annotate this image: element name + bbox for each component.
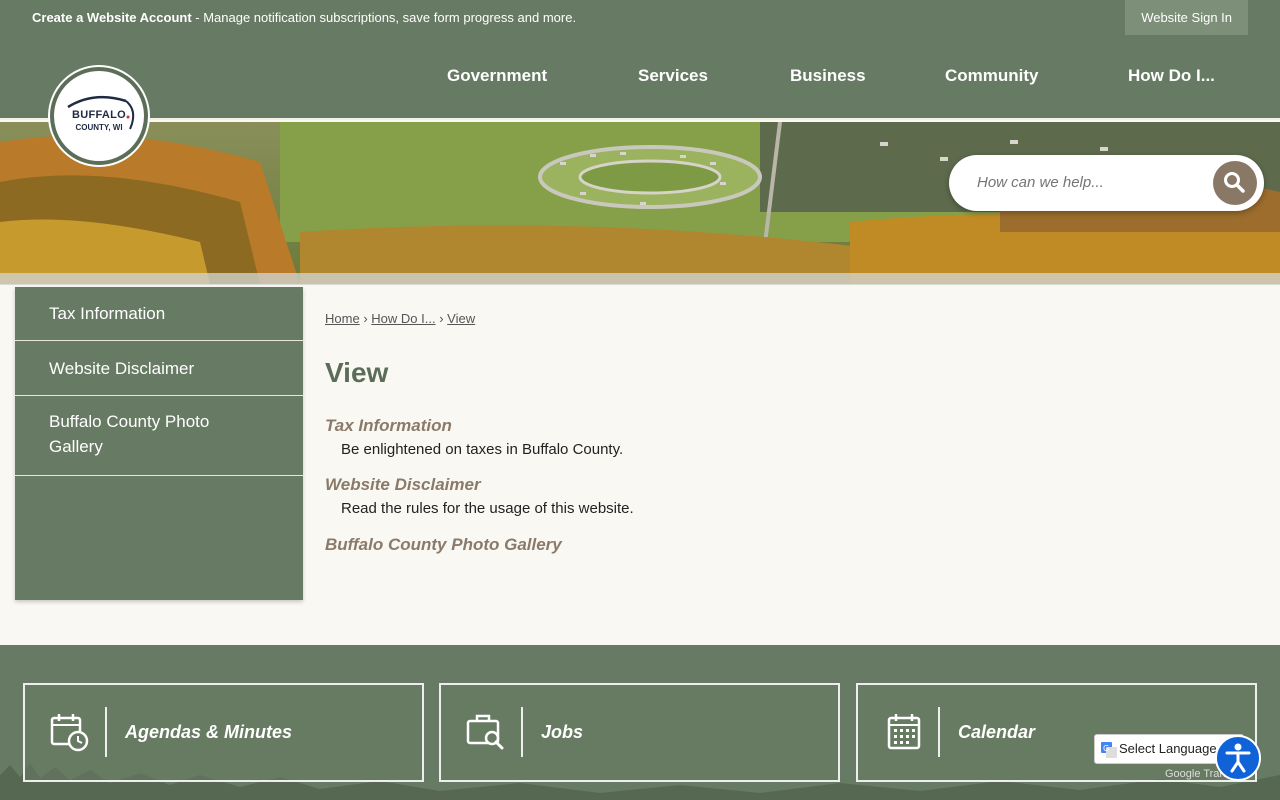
nav-government[interactable]: Government [447, 66, 547, 86]
website-sign-in-button[interactable]: Website Sign In [1125, 0, 1248, 35]
search-icon [1224, 172, 1245, 193]
item-title-photo-gallery[interactable]: Buffalo County Photo Gallery [325, 535, 562, 555]
calendar-clock-icon [50, 714, 89, 752]
item-desc-website-disclaimer: Read the rules for the usage of this web… [341, 500, 634, 517]
county-logo[interactable]: BUFFALO COUNTY, WI [50, 67, 148, 165]
sidebar: Tax Information Website Disclaimer Buffa… [15, 287, 303, 600]
sidebar-item-tax-information[interactable]: Tax Information [15, 287, 303, 341]
tile-agendas-minutes[interactable]: Agendas & Minutes [23, 683, 424, 782]
breadcrumb-current[interactable]: View [447, 311, 475, 326]
item-desc-tax-information: Be enlightened on taxes in Buffalo Count… [341, 441, 624, 458]
breadcrumb-separator: › [439, 311, 444, 326]
item-title-website-disclaimer[interactable]: Website Disclaimer [325, 475, 481, 495]
create-account-message[interactable]: Create a Website Account - Manage notifi… [32, 10, 576, 25]
breadcrumb-home[interactable]: Home [325, 311, 360, 326]
nav-community[interactable]: Community [945, 66, 1039, 86]
page-title: View [325, 357, 389, 388]
accessibility-icon [1225, 743, 1251, 773]
hero-bottom-strip [0, 273, 1280, 285]
svg-text:G: G [1103, 744, 1109, 753]
create-account-desc: - Manage notification subscriptions, sav… [191, 10, 577, 25]
sidebar-item-photo-gallery[interactable]: Buffalo County Photo Gallery [15, 396, 303, 476]
create-account-link[interactable]: Create a Website Account [32, 10, 192, 25]
logo-text-line2: COUNTY, WI [75, 123, 123, 132]
breadcrumb-separator: › [363, 311, 368, 326]
nav-services[interactable]: Services [638, 66, 708, 86]
tile-jobs[interactable]: Jobs [439, 683, 840, 782]
logo-text-line1: BUFFALO [71, 109, 127, 121]
tile-label: Jobs [541, 722, 584, 742]
tile-separator [521, 707, 523, 757]
briefcase-search-icon [466, 714, 504, 750]
search-input[interactable] [977, 174, 1197, 191]
main-nav: Government Services Business Community H… [0, 35, 1280, 120]
sidebar-item-website-disclaimer[interactable]: Website Disclaimer [15, 341, 303, 396]
language-select-label: Select Language [1119, 741, 1217, 756]
calendar-icon [887, 714, 921, 750]
tile-label: Calendar [958, 722, 1036, 742]
tile-separator [938, 707, 940, 757]
accessibility-button[interactable] [1215, 735, 1261, 781]
nav-how-do-i[interactable]: How Do I... [1128, 66, 1215, 86]
search-button[interactable] [1213, 161, 1257, 205]
tile-separator [105, 707, 107, 757]
top-bar: Create a Website Account - Manage notifi… [0, 0, 1280, 35]
item-title-tax-information[interactable]: Tax Information [325, 416, 452, 436]
nav-business[interactable]: Business [790, 66, 866, 86]
breadcrumb: Home › How Do I... › View [325, 311, 475, 326]
site-search [949, 155, 1264, 211]
breadcrumb-how-do-i[interactable]: How Do I... [371, 311, 435, 326]
google-translate-icon: G [1101, 742, 1117, 758]
tile-label: Agendas & Minutes [125, 722, 293, 742]
